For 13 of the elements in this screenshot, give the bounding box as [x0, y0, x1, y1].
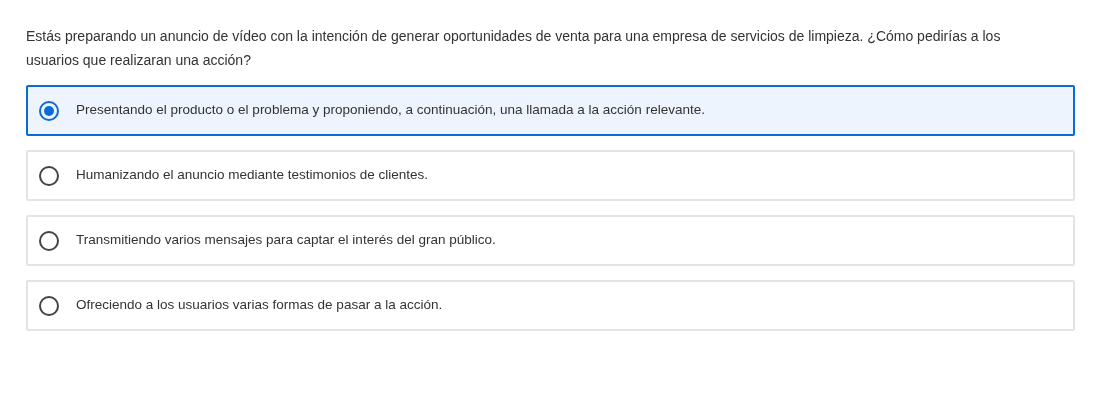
answer-option[interactable]: Transmitiendo varios mensajes para captar el interés del gran público.: [26, 215, 1075, 266]
option-label: Presentando el producto o el problema y proponiendo, a continuación, una llamada a la acción relevante.: [76, 101, 705, 120]
question-text: Estás preparando un anuncio de vídeo con la intención de generar oportunidades de venta para una empresa de servicios de limpieza. ¿Cómo pedirías a los usuarios que realizaran una acción?: [26, 27, 1002, 70]
radio-button[interactable]: [39, 100, 59, 121]
answer-option[interactable]: Humanizando el anuncio mediante testimonios de clientes.: [26, 150, 1075, 201]
option-label: Ofreciendo a los usuarios varias formas de pasar a la acción.: [76, 296, 443, 315]
option-label: Transmitiendo varios mensajes para captar el interés del gran público.: [76, 231, 496, 250]
radio-button[interactable]: [39, 230, 59, 251]
answer-option[interactable]: Ofreciendo a los usuarios varias formas de pasar a la acción.: [26, 280, 1075, 331]
option-label: Humanizando el anuncio mediante testimonios de clientes.: [76, 166, 428, 185]
answer-option[interactable]: Presentando el producto o el problema y proponiendo, a continuación, una llamada a la acción relevante.: [26, 85, 1075, 136]
radio-button[interactable]: [39, 295, 59, 316]
radio-button[interactable]: [39, 165, 59, 186]
